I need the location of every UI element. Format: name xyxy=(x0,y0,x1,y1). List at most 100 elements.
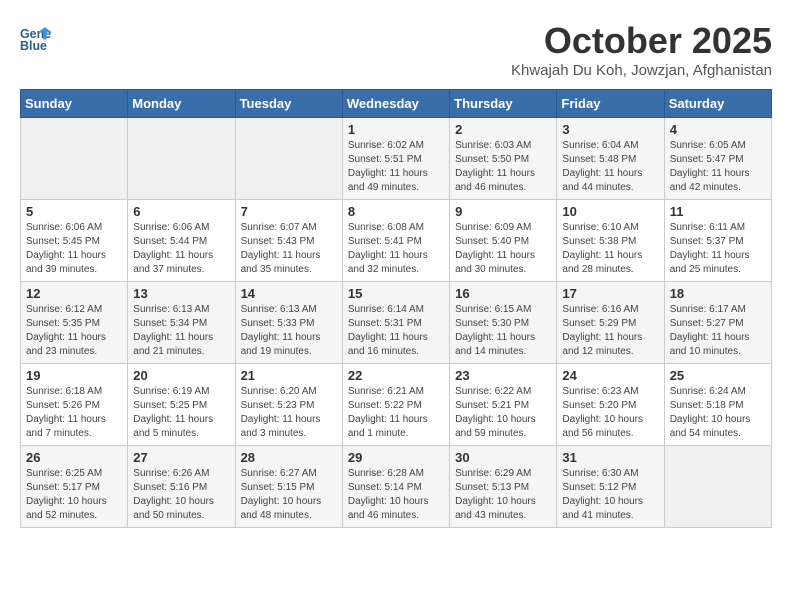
calendar-cell: 28 Sunrise: 6:27 AMSunset: 5:15 PMDayligh… xyxy=(235,446,342,528)
day-number: 8 xyxy=(348,204,444,219)
calendar-cell: 3 Sunrise: 6:04 AMSunset: 5:48 PMDaylight… xyxy=(557,118,664,200)
calendar-cell: 24 Sunrise: 6:23 AMSunset: 5:20 PMDayligh… xyxy=(557,364,664,446)
weekday-header-row: SundayMondayTuesdayWednesdayThursdayFrid… xyxy=(21,90,772,118)
calendar-cell: 25Sunrise: 6:24 AMSunset: 5:18 PMDayligh… xyxy=(664,364,771,446)
day-number: 17 xyxy=(562,286,658,301)
day-info: Sunrise: 6:24 AMSunset: 5:18 PMDaylight:… xyxy=(670,385,766,441)
day-info: Sunrise: 6:11 AMSunset: 5:37 PMDaylight:… xyxy=(670,221,766,277)
day-info: Sunrise: 6:21 AMSunset: 5:22 PMDaylight:… xyxy=(348,385,444,441)
calendar-cell: 27Sunrise: 6:26 AMSunset: 5:16 PMDayligh… xyxy=(128,446,235,528)
day-number: 6 xyxy=(133,204,229,219)
calendar-cell: 18 Sunrise: 6:17 AMSunset: 5:27 PMDayligh… xyxy=(664,282,771,364)
calendar-week-3: 12 Sunrise: 6:12 AMSunset: 5:35 PMDayligh… xyxy=(21,282,772,364)
calendar-week-4: 19Sunrise: 6:18 AMSunset: 5:26 PMDayligh… xyxy=(21,364,772,446)
day-number: 3 xyxy=(562,122,658,137)
weekday-header-saturday: Saturday xyxy=(664,90,771,118)
calendar-cell: 13 Sunrise: 6:13 AMSunset: 5:34 PMDayligh… xyxy=(128,282,235,364)
calendar-cell: 10 Sunrise: 6:10 AMSunset: 5:38 PMDayligh… xyxy=(557,200,664,282)
weekday-header-thursday: Thursday xyxy=(450,90,557,118)
day-info: Sunrise: 6:06 AMSunset: 5:44 PMDaylight:… xyxy=(133,221,229,277)
calendar-cell: 12 Sunrise: 6:12 AMSunset: 5:35 PMDayligh… xyxy=(21,282,128,364)
day-number: 4 xyxy=(670,122,766,137)
calendar-cell: 4Sunrise: 6:05 AMSunset: 5:47 PMDaylight… xyxy=(664,118,771,200)
svg-text:Blue: Blue xyxy=(20,39,47,52)
day-number: 10 xyxy=(562,204,658,219)
calendar-table: SundayMondayTuesdayWednesdayThursdayFrid… xyxy=(20,89,772,528)
day-info: Sunrise: 6:17 AMSunset: 5:27 PMDaylight:… xyxy=(670,303,766,359)
calendar-cell: 6 Sunrise: 6:06 AMSunset: 5:44 PMDaylight… xyxy=(128,200,235,282)
calendar-week-2: 5 Sunrise: 6:06 AMSunset: 5:45 PMDaylight… xyxy=(21,200,772,282)
weekday-header-sunday: Sunday xyxy=(21,90,128,118)
calendar-cell: 31 Sunrise: 6:30 AMSunset: 5:12 PMDayligh… xyxy=(557,446,664,528)
calendar-header: SundayMondayTuesdayWednesdayThursdayFrid… xyxy=(21,90,772,118)
calendar-week-1: 1Sunrise: 6:02 AMSunset: 5:51 PMDaylight… xyxy=(21,118,772,200)
calendar-cell xyxy=(21,118,128,200)
day-info: Sunrise: 6:10 AMSunset: 5:38 PMDaylight:… xyxy=(562,221,658,277)
calendar-cell: 20 Sunrise: 6:19 AMSunset: 5:25 PMDayligh… xyxy=(128,364,235,446)
calendar-cell: 22 Sunrise: 6:21 AMSunset: 5:22 PMDayligh… xyxy=(342,364,449,446)
day-number: 5 xyxy=(26,204,122,219)
calendar-cell: 1Sunrise: 6:02 AMSunset: 5:51 PMDaylight… xyxy=(342,118,449,200)
day-info: Sunrise: 6:16 AMSunset: 5:29 PMDaylight:… xyxy=(562,303,658,359)
day-info: Sunrise: 6:30 AMSunset: 5:12 PMDaylight:… xyxy=(562,467,658,523)
day-info: Sunrise: 6:07 AMSunset: 5:43 PMDaylight:… xyxy=(241,221,337,277)
calendar-cell: 8 Sunrise: 6:08 AMSunset: 5:41 PMDaylight… xyxy=(342,200,449,282)
day-info: Sunrise: 6:20 AMSunset: 5:23 PMDaylight:… xyxy=(241,385,337,441)
day-number: 29 xyxy=(348,450,444,465)
calendar-cell xyxy=(235,118,342,200)
day-info: Sunrise: 6:29 AMSunset: 5:13 PMDaylight:… xyxy=(455,467,551,523)
day-number: 22 xyxy=(348,368,444,383)
day-info: Sunrise: 6:22 AMSunset: 5:21 PMDaylight:… xyxy=(455,385,551,441)
day-number: 19 xyxy=(26,368,122,383)
calendar-cell: 11Sunrise: 6:11 AMSunset: 5:37 PMDayligh… xyxy=(664,200,771,282)
day-info: Sunrise: 6:14 AMSunset: 5:31 PMDaylight:… xyxy=(348,303,444,359)
day-info: Sunrise: 6:25 AMSunset: 5:17 PMDaylight:… xyxy=(26,467,122,523)
day-number: 28 xyxy=(241,450,337,465)
day-number: 15 xyxy=(348,286,444,301)
day-info: Sunrise: 6:15 AMSunset: 5:30 PMDaylight:… xyxy=(455,303,551,359)
day-number: 2 xyxy=(455,122,551,137)
day-info: Sunrise: 6:13 AMSunset: 5:33 PMDaylight:… xyxy=(241,303,337,359)
day-number: 21 xyxy=(241,368,337,383)
weekday-header-tuesday: Tuesday xyxy=(235,90,342,118)
day-number: 31 xyxy=(562,450,658,465)
page-header: General Blue October 2025 Khwajah Du Koh… xyxy=(20,20,772,79)
day-number: 16 xyxy=(455,286,551,301)
day-number: 23 xyxy=(455,368,551,383)
day-number: 18 xyxy=(670,286,766,301)
weekday-header-wednesday: Wednesday xyxy=(342,90,449,118)
calendar-cell: 19Sunrise: 6:18 AMSunset: 5:26 PMDayligh… xyxy=(21,364,128,446)
day-number: 20 xyxy=(133,368,229,383)
calendar-cell xyxy=(664,446,771,528)
day-number: 1 xyxy=(348,122,444,137)
calendar-cell: 16 Sunrise: 6:15 AMSunset: 5:30 PMDayligh… xyxy=(450,282,557,364)
calendar-cell: 14 Sunrise: 6:13 AMSunset: 5:33 PMDayligh… xyxy=(235,282,342,364)
day-info: Sunrise: 6:12 AMSunset: 5:35 PMDaylight:… xyxy=(26,303,122,359)
weekday-header-monday: Monday xyxy=(128,90,235,118)
day-number: 14 xyxy=(241,286,337,301)
day-info: Sunrise: 6:13 AMSunset: 5:34 PMDaylight:… xyxy=(133,303,229,359)
logo: General Blue xyxy=(20,20,52,52)
day-info: Sunrise: 6:06 AMSunset: 5:45 PMDaylight:… xyxy=(26,221,122,277)
day-info: Sunrise: 6:23 AMSunset: 5:20 PMDaylight:… xyxy=(562,385,658,441)
location: Khwajah Du Koh, Jowzjan, Afghanistan xyxy=(511,62,772,79)
calendar-cell: 29 Sunrise: 6:28 AMSunset: 5:14 PMDayligh… xyxy=(342,446,449,528)
day-info: Sunrise: 6:26 AMSunset: 5:16 PMDaylight:… xyxy=(133,467,229,523)
weekday-header-friday: Friday xyxy=(557,90,664,118)
day-info: Sunrise: 6:28 AMSunset: 5:14 PMDaylight:… xyxy=(348,467,444,523)
calendar-cell: 26 Sunrise: 6:25 AMSunset: 5:17 PMDayligh… xyxy=(21,446,128,528)
day-info: Sunrise: 6:08 AMSunset: 5:41 PMDaylight:… xyxy=(348,221,444,277)
calendar-cell: 17 Sunrise: 6:16 AMSunset: 5:29 PMDayligh… xyxy=(557,282,664,364)
day-number: 13 xyxy=(133,286,229,301)
calendar-cell: 30Sunrise: 6:29 AMSunset: 5:13 PMDayligh… xyxy=(450,446,557,528)
day-info: Sunrise: 6:04 AMSunset: 5:48 PMDaylight:… xyxy=(562,139,658,195)
day-number: 12 xyxy=(26,286,122,301)
day-number: 24 xyxy=(562,368,658,383)
day-info: Sunrise: 6:19 AMSunset: 5:25 PMDaylight:… xyxy=(133,385,229,441)
calendar-cell: 15 Sunrise: 6:14 AMSunset: 5:31 PMDayligh… xyxy=(342,282,449,364)
calendar-cell: 21 Sunrise: 6:20 AMSunset: 5:23 PMDayligh… xyxy=(235,364,342,446)
day-info: Sunrise: 6:27 AMSunset: 5:15 PMDaylight:… xyxy=(241,467,337,523)
day-number: 26 xyxy=(26,450,122,465)
day-number: 9 xyxy=(455,204,551,219)
calendar-cell: 7Sunrise: 6:07 AMSunset: 5:43 PMDaylight… xyxy=(235,200,342,282)
